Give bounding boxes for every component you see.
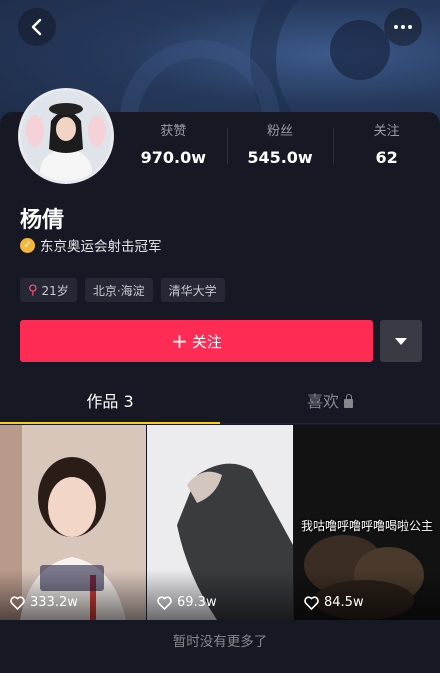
tag-age: ⚲ 21岁 [20, 278, 77, 302]
stat-label: 粉丝 [267, 124, 294, 139]
verification-line: ✓ 东京奥运会射击冠军 [20, 235, 162, 255]
avatar[interactable] [18, 88, 114, 184]
tab-label: 作品 3 [86, 392, 134, 411]
stat-value: 545.0w [247, 148, 313, 167]
back-icon [31, 18, 42, 36]
heart-icon [157, 595, 172, 610]
heart-icon [10, 595, 25, 610]
video-likes: 333.2w [10, 595, 78, 610]
stat-likes[interactable]: 获赞 970.0w [120, 122, 227, 172]
profile-tags: ⚲ 21岁 北京·海淀 清华大学 [20, 278, 233, 302]
heart-icon [304, 595, 319, 610]
tag-school[interactable]: 清华大学 [160, 278, 225, 302]
content-tabs: 作品 3 喜欢 [0, 384, 440, 424]
tab-works[interactable]: 作品 3 [0, 384, 220, 424]
female-icon: ⚲ [28, 282, 38, 298]
video-likes: 69.3w [157, 595, 217, 610]
video-thumbnail[interactable]: 333.2w [0, 425, 146, 620]
stat-value: 970.0w [140, 148, 207, 167]
tag-label: 清华大学 [168, 283, 217, 298]
video-thumbnail[interactable]: 我咕噜呼噜呼噜喝啦公主 84.5w [294, 425, 440, 620]
plus-icon: + [171, 329, 188, 353]
no-more-content-text: 暂时没有更多了 [172, 634, 268, 650]
lock-icon [344, 394, 353, 408]
user-name: 杨倩 [20, 208, 65, 233]
stat-value: 62 [375, 148, 398, 167]
tab-label: 喜欢 [306, 392, 339, 411]
stat-following[interactable]: 关注 62 [333, 122, 440, 172]
video-thumbnail[interactable]: 69.3w [147, 425, 293, 620]
tag-label: 北京·海淀 [92, 283, 145, 298]
avatar-image [21, 91, 111, 181]
stat-label: 获赞 [160, 124, 187, 139]
video-grid: 333.2w 69.3w 我咕噜呼噜呼噜喝啦公主 84.5w [0, 425, 440, 620]
follow-button[interactable]: + 关注 [20, 320, 373, 362]
video-likes: 84.5w [304, 595, 364, 610]
follow-label: 关注 [191, 332, 222, 351]
profile-stats: 获赞 970.0w 粉丝 545.0w 关注 62 [120, 122, 440, 172]
likes-count: 333.2w [30, 595, 78, 610]
chevron-down-icon [395, 337, 407, 345]
tab-likes[interactable]: 喜欢 [220, 384, 440, 423]
stat-label: 关注 [373, 124, 400, 139]
verified-icon: ✓ [20, 237, 35, 253]
likes-count: 84.5w [324, 595, 364, 610]
likes-count: 69.3w [177, 595, 217, 610]
tag-location: 北京·海淀 [84, 278, 153, 302]
stat-fans[interactable]: 粉丝 545.0w [226, 122, 334, 172]
video-caption: 我咕噜呼噜呼噜喝啦公主 [300, 519, 433, 533]
recommend-dropdown-button[interactable] [380, 320, 422, 362]
more-icon [393, 25, 414, 29]
banner-decoration [330, 20, 390, 80]
verification-text: 东京奥运会射击冠军 [40, 239, 162, 255]
more-button[interactable] [384, 8, 422, 46]
back-button[interactable] [18, 8, 56, 46]
tag-label: 21岁 [41, 283, 69, 298]
